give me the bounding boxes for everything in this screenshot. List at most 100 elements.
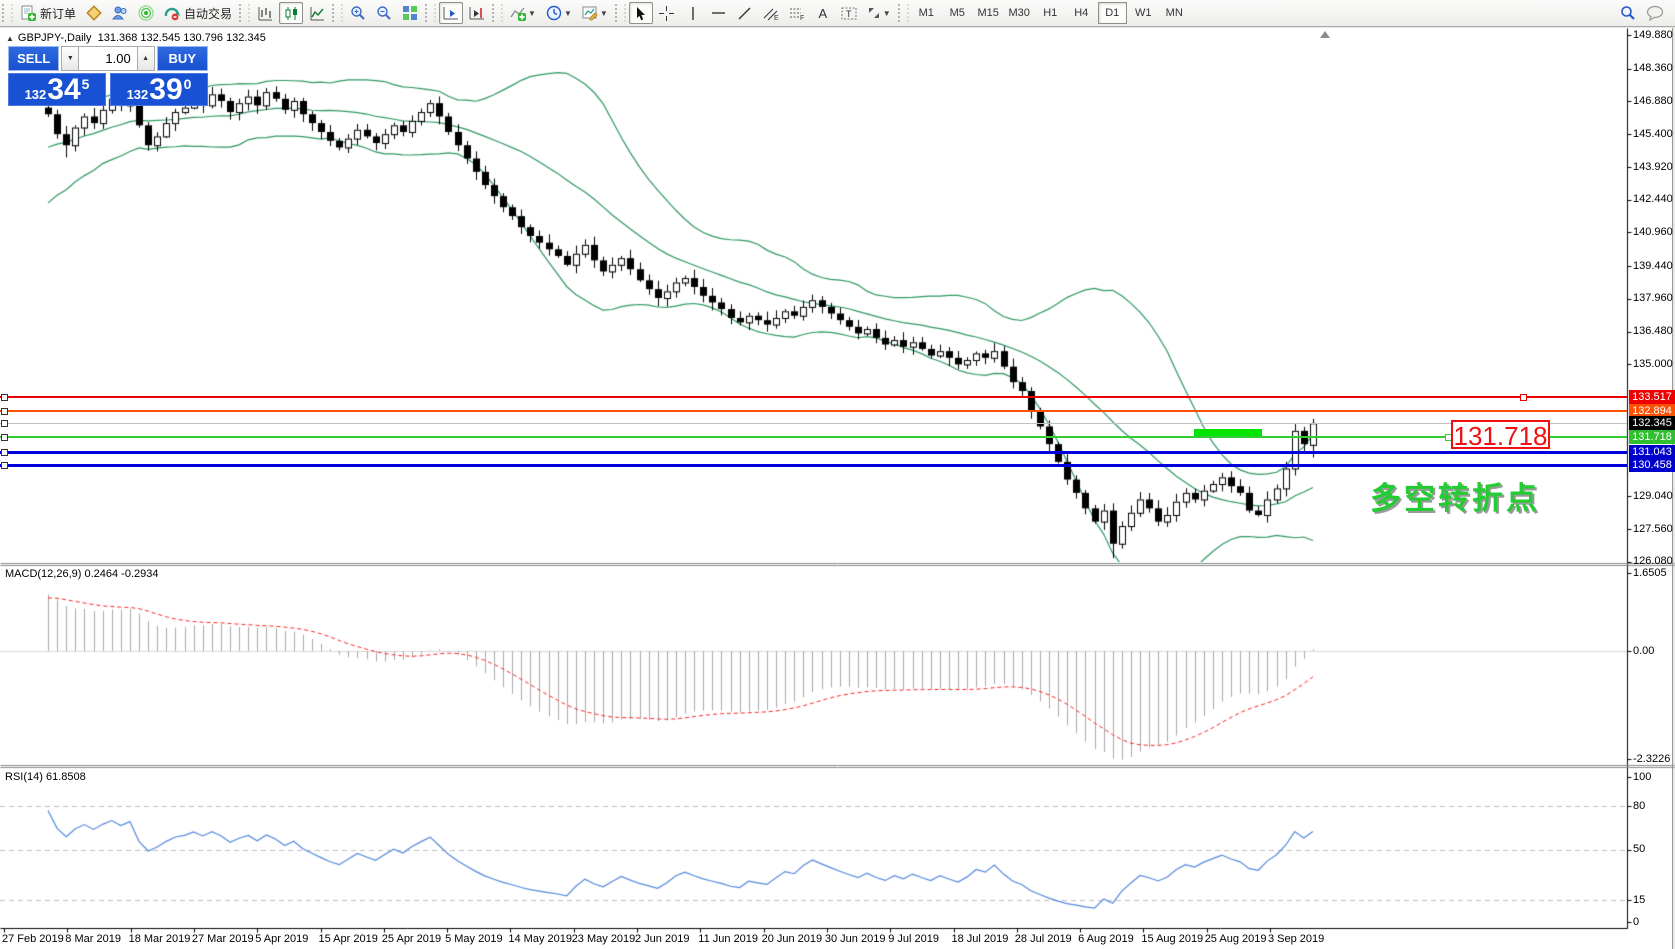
pivot-line[interactable] [0, 436, 1627, 438]
current-price-line[interactable] [0, 423, 1627, 424]
price-axis-label: 149.880 [1633, 29, 1673, 41]
new-order-button[interactable]: 新订单 [16, 2, 80, 24]
resistance-line-2-handle[interactable] [1, 408, 8, 415]
toolbar-grip[interactable] [2, 4, 13, 22]
volume-decrease-button[interactable]: ▼ [61, 46, 79, 71]
timeframe-h1-button[interactable]: H1 [1036, 2, 1065, 24]
line-chart-button[interactable] [305, 2, 329, 24]
price-axis-label: 143.920 [1633, 161, 1673, 173]
buy-price-big: 39 [149, 76, 182, 104]
support-line-1-handle[interactable] [1, 449, 8, 456]
support-line-2[interactable] [0, 464, 1627, 467]
zoom-out-button[interactable] [372, 2, 396, 24]
tile-windows-button[interactable] [398, 2, 422, 24]
candlestick-chart-button[interactable] [279, 2, 303, 24]
volume-increase-button[interactable]: ▲ [137, 46, 155, 71]
trade-toolbar-group: 新订单 自动交易 [0, 0, 237, 26]
date-axis-label: 8 Mar 2019 [65, 933, 121, 945]
fibonacci-tool-button[interactable]: F [785, 2, 809, 24]
svg-text:F: F [800, 15, 804, 21]
volume-input[interactable]: 1.00 [79, 46, 136, 71]
chart-window: ▲GBPJPY-,Daily 131.368 132.545 130.796 1… [0, 28, 1673, 949]
toolbar-grip[interactable] [332, 4, 343, 22]
toolbar-grip[interactable] [425, 4, 436, 22]
date-axis-label: 28 Jul 2019 [1015, 933, 1072, 945]
templates-button[interactable]: ▼ [578, 2, 612, 24]
support-line-1[interactable] [0, 451, 1627, 454]
market-watch-button[interactable] [82, 2, 106, 24]
timeframe-w1-button[interactable]: W1 [1129, 2, 1158, 24]
buy-button[interactable]: BUY [157, 46, 208, 71]
ohlc-values: 131.368 132.545 130.796 132.345 [98, 32, 266, 44]
current-price-line-handle[interactable] [1, 420, 8, 427]
date-axis-label: 3 Sep 2019 [1268, 933, 1324, 945]
periods-button[interactable]: ▼ [542, 2, 576, 24]
search-icon [1620, 5, 1636, 21]
horizontal-line-tool-button[interactable] [707, 2, 731, 24]
line-selection-handle[interactable] [1520, 394, 1527, 401]
price-callout-box[interactable]: 131.718 [1451, 420, 1550, 449]
pivot-annotation-text[interactable]: 多空转折点 [1370, 473, 1540, 518]
pivot-line-badge: 131.718 [1629, 430, 1675, 444]
indicators-button[interactable]: ▼ [506, 2, 540, 24]
templates-icon [582, 5, 598, 21]
date-axis-label: 27 Mar 2019 [192, 933, 254, 945]
price-axis-label: 139.440 [1633, 260, 1673, 272]
bar-chart-button[interactable] [253, 2, 277, 24]
rsi-level-label: 100 [1633, 771, 1651, 783]
signals-button[interactable] [134, 2, 158, 24]
auto-scroll-button[interactable] [439, 2, 463, 24]
resistance-line-2[interactable] [0, 410, 1627, 412]
buy-price-sup: 0 [184, 76, 192, 92]
text-label-tool-button[interactable]: T [837, 2, 861, 24]
collapse-panel-icon[interactable]: ▲ [6, 34, 14, 43]
chart-shift-button[interactable] [465, 2, 489, 24]
toolbar-grip[interactable] [615, 4, 626, 22]
vertical-line-icon [687, 6, 699, 21]
timeframe-m1-button[interactable]: M1 [912, 2, 941, 24]
sell-price-display[interactable]: 132 34 5 [8, 73, 106, 106]
spinner-down-icon: ▼ [67, 55, 74, 62]
date-axis-label: 5 Apr 2019 [255, 933, 308, 945]
current-price-line-badge: 132.345 [1629, 416, 1675, 430]
zoom-in-button[interactable] [346, 2, 370, 24]
macd-zero-label: 0.00 [1633, 645, 1654, 657]
toolbar-grip[interactable] [898, 4, 909, 22]
crosshair-tool-button[interactable] [655, 2, 679, 24]
timeframe-d1-button[interactable]: D1 [1098, 2, 1127, 24]
timeframe-m30-button[interactable]: M30 [1005, 2, 1034, 24]
toolbar-grip[interactable] [492, 4, 503, 22]
channel-tool-button[interactable]: E [759, 2, 783, 24]
resistance-line-1[interactable] [0, 396, 1627, 398]
autotrading-button[interactable]: 自动交易 [160, 2, 236, 24]
date-axis-label: 25 Aug 2019 [1205, 933, 1267, 945]
sell-button[interactable]: SELL [8, 46, 59, 71]
price-axis-label: 140.960 [1633, 226, 1673, 238]
timeframe-m5-button[interactable]: M5 [943, 2, 972, 24]
cursor-tool-button[interactable] [629, 2, 653, 24]
accounts-button[interactable] [108, 2, 132, 24]
text-tool-button[interactable]: A [811, 2, 835, 24]
chart-shift-marker-icon[interactable] [1320, 31, 1330, 38]
text-a-icon: A [818, 6, 827, 21]
date-axis-label: 11 Jun 2019 [698, 933, 758, 945]
buy-price-display[interactable]: 132 39 0 [110, 73, 208, 106]
support-line-2-badge: 130.458 [1629, 458, 1675, 472]
timeframe-mn-button[interactable]: MN [1160, 2, 1189, 24]
market-watch-icon [86, 5, 102, 21]
pivot-line-handle[interactable] [1, 434, 8, 441]
new-order-label: 新订单 [40, 5, 76, 22]
macd-indicator-label: MACD(12,26,9) 0.2464 -0.2934 [5, 568, 158, 580]
search-button[interactable] [1616, 2, 1640, 24]
arrows-tool-button[interactable]: ▼ [863, 2, 895, 24]
timeframe-m15-button[interactable]: M15 [974, 2, 1003, 24]
zoom-out-icon [376, 5, 392, 21]
vertical-line-tool-button[interactable] [681, 2, 705, 24]
timeframe-h4-button[interactable]: H4 [1067, 2, 1096, 24]
chat-button[interactable] [1642, 2, 1668, 24]
chart-shift-group [438, 0, 490, 26]
support-line-2-handle[interactable] [1, 462, 8, 469]
toolbar-grip[interactable] [239, 4, 250, 22]
resistance-line-1-handle[interactable] [1, 394, 8, 401]
trendline-tool-button[interactable] [733, 2, 757, 24]
